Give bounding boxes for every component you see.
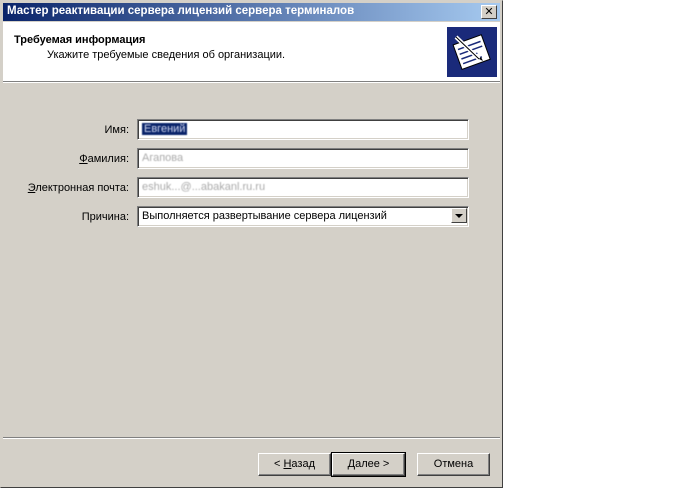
cancel-button[interactable]: Отмена xyxy=(417,453,490,476)
last-name-label-text: амилия: xyxy=(87,153,129,165)
last-name-label: Фамилия: xyxy=(79,153,129,165)
first-name-label: Имя: xyxy=(104,124,129,136)
reason-select[interactable]: Выполняется развертывание сервера лиценз… xyxy=(137,206,469,227)
window-title: Мастер реактивации сервера лицензий серв… xyxy=(7,5,355,17)
last-name-label-accel: Ф xyxy=(79,153,88,165)
bottom-separator xyxy=(3,437,500,439)
close-icon: ✕ xyxy=(484,6,494,18)
email-input[interactable]: eshuk...@...abakanl.ru.ru xyxy=(137,177,469,198)
header-separator xyxy=(3,82,500,83)
email-value: eshuk...@...abakanl.ru.ru xyxy=(142,181,266,193)
reason-label: Причина: xyxy=(81,211,129,223)
next-button[interactable]: Далее > xyxy=(331,452,406,477)
first-name-input[interactable]: Евгений xyxy=(137,119,469,140)
reason-value: Выполняется развертывание сервера лиценз… xyxy=(142,210,387,222)
chevron-down-icon[interactable] xyxy=(451,208,467,223)
back-button[interactable]: < Назад xyxy=(258,453,331,476)
wizard-header: Требуемая информация Укажите требуемые с… xyxy=(3,22,500,82)
email-label-text: лектронная почта: xyxy=(35,182,129,194)
email-label: Электронная почта: xyxy=(28,182,129,194)
header-title: Требуемая информация xyxy=(14,34,146,46)
header-subtitle: Укажите требуемые сведения об организаци… xyxy=(47,49,286,61)
next-button-accel: Д xyxy=(347,458,356,470)
last-name-input[interactable]: Агапова xyxy=(137,148,469,169)
wizard-window: Мастер реактивации сервера лицензий серв… xyxy=(0,0,503,488)
close-button[interactable]: ✕ xyxy=(481,5,497,19)
first-name-value: Евгений xyxy=(142,123,188,135)
title-bar[interactable]: Мастер реактивации сервера лицензий серв… xyxy=(3,3,500,21)
last-name-value: Агапова xyxy=(142,152,184,164)
back-button-label: азад xyxy=(291,458,315,470)
wizard-document-pen-icon xyxy=(447,27,497,77)
next-button-label: алее > xyxy=(355,458,390,470)
